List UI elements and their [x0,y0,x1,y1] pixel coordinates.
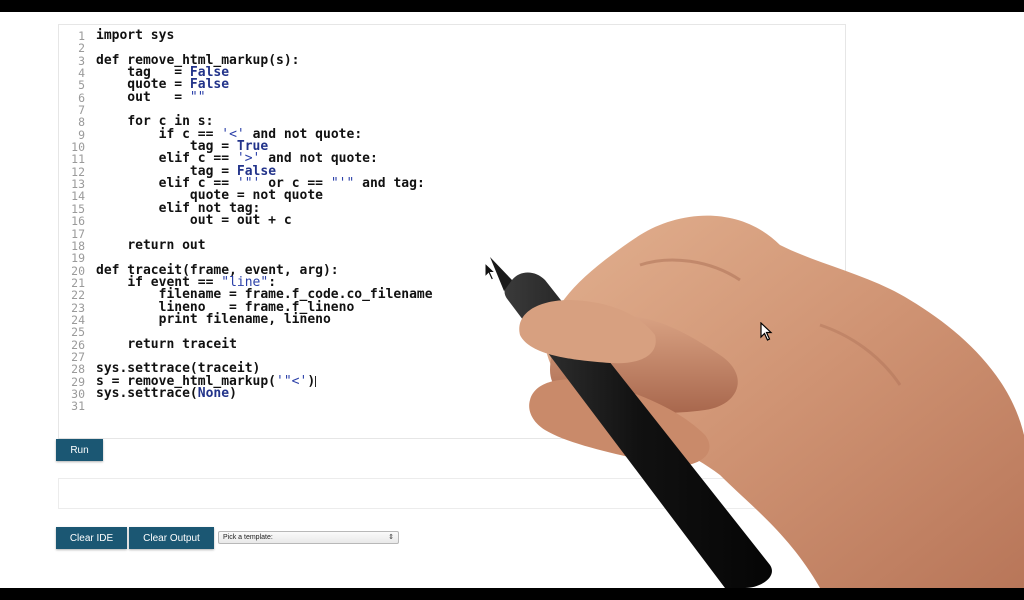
line-number: 31 [71,399,85,414]
code-text[interactable]: out = out + c [96,214,292,227]
line-number: 22 [71,288,85,303]
presenter-hand-image [490,215,1024,588]
clear-ide-button[interactable]: Clear IDE [56,527,127,549]
line-number: 25 [71,325,85,340]
code-text[interactable]: print filename, lineno [96,313,331,326]
code-line[interactable]: 6 out = "" [59,91,845,105]
run-button[interactable]: Run [56,439,103,461]
line-number: 2 [78,41,85,56]
code-text[interactable]: out = "" [96,91,205,104]
line-number: 11 [71,152,85,167]
secondary-cursor-icon [484,262,497,281]
line-number: 8 [78,115,85,130]
template-select[interactable]: Pick a template: ⇕ [218,531,399,544]
code-text[interactable]: sys.settrace(None) [96,387,237,400]
code-text[interactable]: return out [96,239,205,252]
line-number: 5 [78,78,85,93]
line-number: 19 [71,251,85,266]
line-number: 14 [71,189,85,204]
code-line[interactable]: 1 import sys [59,29,845,43]
line-number: 28 [71,362,85,377]
line-number: 16 [71,214,85,229]
code-text[interactable]: return traceit [96,337,237,351]
video-letterbox-bottom [0,588,1024,600]
line-number: 17 [71,226,85,241]
template-select-value: Pick a template: [223,534,273,541]
code-text[interactable]: import sys [96,29,174,42]
clear-output-button[interactable]: Clear Output [129,527,214,549]
select-arrows-icon: ⇕ [388,534,394,541]
video-letterbox-top [0,0,1024,12]
mouse-pointer-icon [760,322,773,341]
